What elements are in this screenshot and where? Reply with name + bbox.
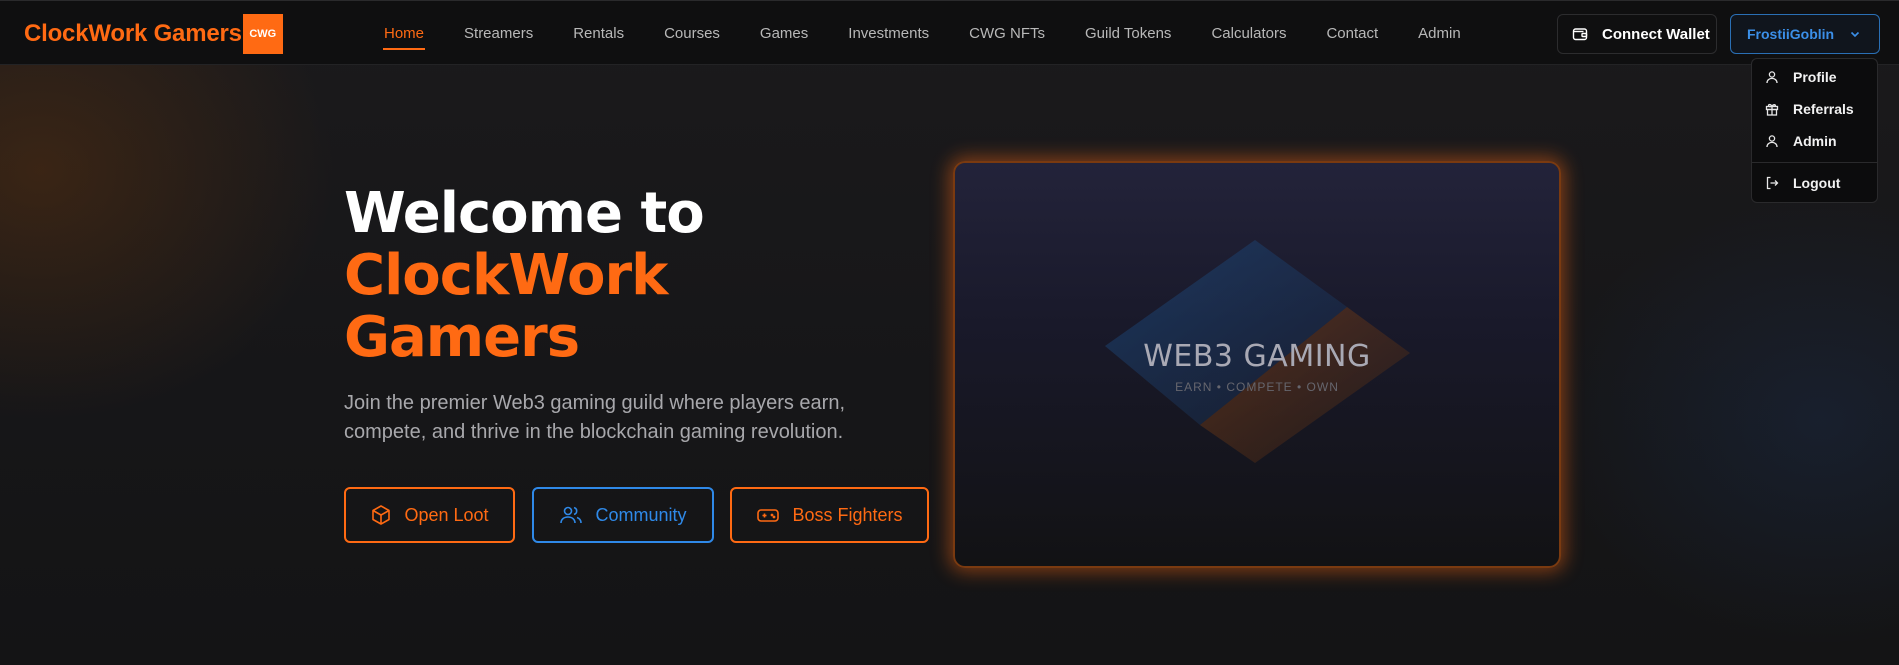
menu-item-label: Referrals [1793,101,1854,117]
open-loot-button[interactable]: Open Loot [344,487,515,543]
connect-wallet-label: Connect Wallet [1602,25,1710,43]
showcase-title: WEB3 GAMING [1143,339,1371,374]
main-nav: Home Streamers Rentals Courses Games Inv… [382,1,1501,66]
hero-title-line1: Welcome to [344,181,705,246]
nav-link-contact[interactable]: Contact [1326,25,1378,42]
cube-icon [372,505,391,525]
chevron-down-icon [1850,31,1860,38]
nav-link-cwg-nfts[interactable]: CWG NFTs [969,25,1045,42]
hero-title: Welcome to ClockWork Gamers [344,181,705,370]
web3-gaming-showcase: WEB3 GAMING EARN • COMPETE • OWN [953,161,1561,568]
boss-fighters-button[interactable]: Boss Fighters [730,487,929,543]
menu-item-logout[interactable]: Logout [1752,168,1877,198]
nav-link-games[interactable]: Games [760,25,808,42]
brand-badge: CWG [242,14,283,54]
menu-item-label: Admin [1793,133,1837,149]
menu-item-referrals[interactable]: Referrals [1752,94,1877,124]
brand-name: ClockWork Gamers [24,20,242,47]
hero-subtitle: Join the premier Web3 gaming guild where… [344,389,904,447]
connect-wallet-button[interactable]: Connect Wallet [1557,14,1717,54]
page-background [0,0,1899,665]
user-dropdown-menu: Profile Referrals Admin Logout [1751,58,1878,203]
brand-logo[interactable]: ClockWork Gamers CWG [24,13,283,55]
community-button[interactable]: Community [532,487,714,543]
user-menu-button[interactable]: FrostiiGoblin [1730,14,1880,54]
gift-icon [1765,103,1779,116]
wallet-icon [1572,28,1588,41]
menu-item-label: Profile [1793,69,1837,85]
nav-link-courses[interactable]: Courses [664,25,720,42]
user-icon [1766,71,1778,84]
showcase-tagline: EARN • COMPETE • OWN [1175,380,1339,394]
nav-link-guild-tokens[interactable]: Guild Tokens [1085,25,1171,42]
menu-item-profile[interactable]: Profile [1752,62,1877,92]
nav-link-home[interactable]: Home [382,25,426,50]
top-navbar: ClockWork Gamers CWG Home Streamers Rent… [0,0,1899,65]
menu-item-admin[interactable]: Admin [1752,126,1877,156]
logout-icon [1766,176,1779,190]
user-icon [1766,135,1778,148]
open-loot-label: Open Loot [404,504,489,525]
menu-divider [1752,162,1877,163]
nav-link-investments[interactable]: Investments [848,25,929,42]
hero-title-line2: ClockWork [344,243,668,308]
hero-subtitle-line2: compete, and thrive in the blockchain ga… [344,421,844,443]
hero-title-line3: Gamers [344,305,580,370]
boss-fighters-label: Boss Fighters [792,504,903,525]
nav-link-calculators[interactable]: Calculators [1211,25,1286,42]
gamepad-icon [757,509,780,522]
nav-link-admin[interactable]: Admin [1418,25,1461,42]
user-name: FrostiiGoblin [1747,26,1835,42]
users-icon [560,506,583,524]
community-label: Community [595,504,687,525]
nav-link-rentals[interactable]: Rentals [573,25,624,42]
hero-subtitle-line1: Join the premier Web3 gaming guild where… [344,392,846,414]
nav-link-streamers[interactable]: Streamers [464,25,533,42]
menu-item-label: Logout [1793,175,1841,191]
